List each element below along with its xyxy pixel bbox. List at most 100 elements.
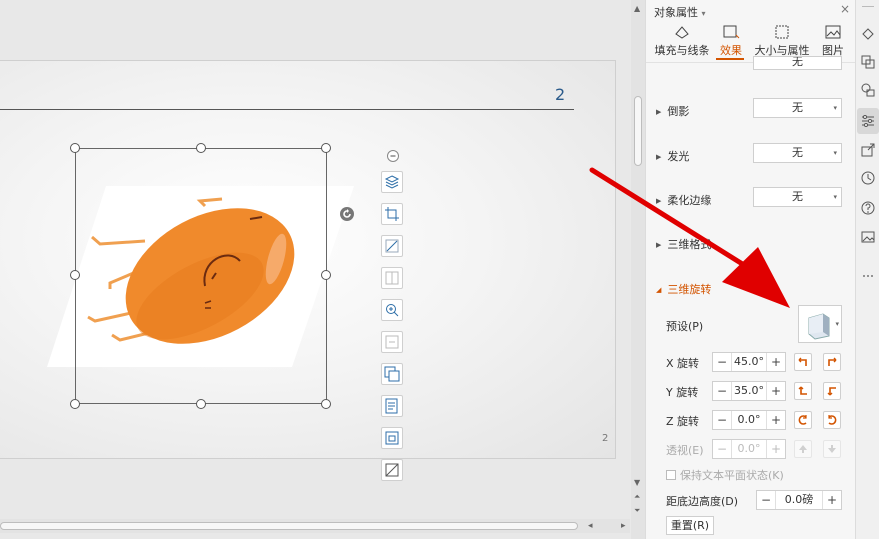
picture-ocr-button[interactable]	[381, 395, 403, 417]
reflection-dropdown[interactable]: 无 ▾	[753, 98, 842, 118]
collapse-toolbar-button[interactable]	[387, 150, 399, 162]
section-3d-format[interactable]: ▶ 三维格式	[656, 236, 711, 252]
resize-handle-bottom-right[interactable]	[321, 399, 331, 409]
picture-extract-button[interactable]	[381, 267, 403, 289]
y-rotate-up-button[interactable]	[794, 382, 812, 400]
tab-fill-line[interactable]: 填充与线条	[652, 24, 712, 62]
zoom-picture-button[interactable]	[381, 299, 403, 321]
shape-style-button[interactable]	[860, 26, 876, 42]
dropdown-value: 无	[792, 56, 803, 68]
shapes-button[interactable]	[860, 82, 876, 98]
picture-to-text-button[interactable]	[381, 331, 403, 353]
x-rotate-left-button[interactable]	[794, 353, 812, 371]
section-label: 三维格式	[667, 238, 712, 251]
panel-title-text: 对象属性	[654, 6, 698, 19]
crop-button[interactable]	[381, 203, 403, 225]
scroll-right-icon[interactable]: ▸	[621, 521, 626, 531]
keep-text-flat-checkbox[interactable]: 保持文本平面状态(K)	[666, 467, 784, 483]
active-tab-indicator	[716, 58, 744, 60]
more-icon[interactable]	[860, 268, 876, 284]
slide[interactable]: 2 2	[0, 60, 616, 459]
close-panel-icon[interactable]: ×	[840, 2, 850, 16]
section-label: 柔化边缘	[667, 194, 712, 207]
scroll-down-icon[interactable]: ▼	[634, 478, 640, 487]
history-button[interactable]	[860, 170, 876, 186]
soft-edges-dropdown[interactable]: 无 ▾	[753, 187, 842, 207]
section-3d-rotation[interactable]: ◢ 三维旋转	[656, 281, 711, 297]
next-page-icon[interactable]: ⏷	[634, 506, 640, 516]
minus-icon	[390, 155, 396, 157]
glow-dropdown[interactable]: 无 ▾	[753, 143, 842, 163]
slide-canvas[interactable]: 2 2 ◂ ▸	[0, 0, 630, 539]
section-soft-edges[interactable]: ▶ 柔化边缘	[656, 192, 711, 208]
picture-scan-icon	[385, 335, 399, 349]
increase-button[interactable]: +	[767, 382, 785, 400]
scroll-left-icon[interactable]: ◂	[588, 521, 593, 531]
expand-triangle-icon: ▶	[656, 153, 662, 161]
prev-page-icon[interactable]: ⏶	[634, 492, 640, 502]
image-effect-button[interactable]	[381, 235, 403, 257]
resize-handle-left[interactable]	[70, 270, 80, 280]
distance-input[interactable]: 0.0磅	[775, 491, 823, 509]
sliders-icon	[862, 115, 874, 127]
vertical-scroll-thumb[interactable]	[634, 96, 642, 166]
resize-handle-bottom[interactable]	[196, 399, 206, 409]
decrease-button[interactable]: −	[757, 491, 775, 509]
resize-handle-top[interactable]	[196, 143, 206, 153]
panel-title[interactable]: 对象属性 ▾	[654, 4, 706, 20]
share-button[interactable]	[860, 142, 876, 158]
tab-label: 效果	[720, 44, 742, 57]
collapse-triangle-icon: ◢	[656, 286, 662, 294]
preset-dropdown[interactable]: ▾	[798, 305, 842, 343]
decrease-button[interactable]: −	[713, 411, 731, 429]
picture-compress-button[interactable]	[381, 427, 403, 449]
vertical-scrollbar[interactable]: ▲ ▼ ⏶ ⏷	[631, 0, 645, 539]
resize-handle-top-right[interactable]	[321, 143, 331, 153]
horizontal-scrollbar[interactable]: ◂ ▸	[0, 519, 630, 533]
decrease-button[interactable]: −	[713, 353, 731, 371]
arrow-down-icon	[828, 445, 836, 453]
scroll-up-icon[interactable]: ▲	[634, 4, 640, 13]
x-rotate-right-button[interactable]	[823, 353, 841, 371]
resize-handle-top-left[interactable]	[70, 143, 80, 153]
increase-button[interactable]: +	[823, 491, 841, 509]
rotate-handle-icon[interactable]	[339, 206, 355, 222]
layer-button[interactable]	[381, 171, 403, 193]
strip-grip	[862, 6, 874, 7]
panel-title-dropdown-icon[interactable]: ▾	[702, 9, 706, 18]
y-rotation-input[interactable]: 35.0°	[731, 382, 767, 400]
reset-button[interactable]: 重置(R)	[666, 516, 714, 535]
shapes-icon	[861, 83, 875, 97]
y-rotate-down-button[interactable]	[823, 382, 841, 400]
resize-handle-bottom-left[interactable]	[70, 399, 80, 409]
increase-button[interactable]: +	[767, 411, 785, 429]
z-rotate-cw-button[interactable]	[823, 411, 841, 429]
section-glow[interactable]: ▶ 发光	[656, 148, 689, 164]
properties-button[interactable]	[860, 113, 876, 129]
shadow-dropdown-partial[interactable]: 无	[753, 56, 842, 70]
resize-handle-right[interactable]	[321, 270, 331, 280]
expand-triangle-icon: ▶	[656, 197, 662, 205]
chevron-down-icon: ▾	[833, 193, 837, 201]
horizontal-scroll-thumb[interactable]	[0, 522, 578, 530]
decrease-button: −	[716, 442, 728, 456]
crop-icon	[385, 207, 399, 221]
x-rotation-label: X 旋转	[666, 357, 700, 370]
tab-effects[interactable]: 效果	[714, 24, 748, 62]
increase-button[interactable]: +	[767, 353, 785, 371]
picture-translate-button[interactable]	[381, 363, 403, 385]
image-transform-icon	[385, 239, 399, 253]
image-button[interactable]	[860, 229, 876, 245]
dropdown-value: 无	[792, 146, 803, 159]
perspective-narrow-button	[794, 440, 812, 458]
x-rotation-input[interactable]: 45.0°	[731, 353, 767, 371]
decrease-button[interactable]: −	[713, 382, 731, 400]
section-label: 倒影	[667, 105, 690, 118]
z-rotate-ccw-button[interactable]	[794, 411, 812, 429]
transform-button[interactable]	[860, 54, 876, 70]
size-properties-icon	[775, 25, 789, 39]
z-rotation-input[interactable]: 0.0°	[731, 411, 767, 429]
picture-border-button[interactable]	[381, 459, 403, 481]
section-reflection[interactable]: ▶ 倒影	[656, 103, 689, 119]
help-button[interactable]	[860, 200, 876, 216]
